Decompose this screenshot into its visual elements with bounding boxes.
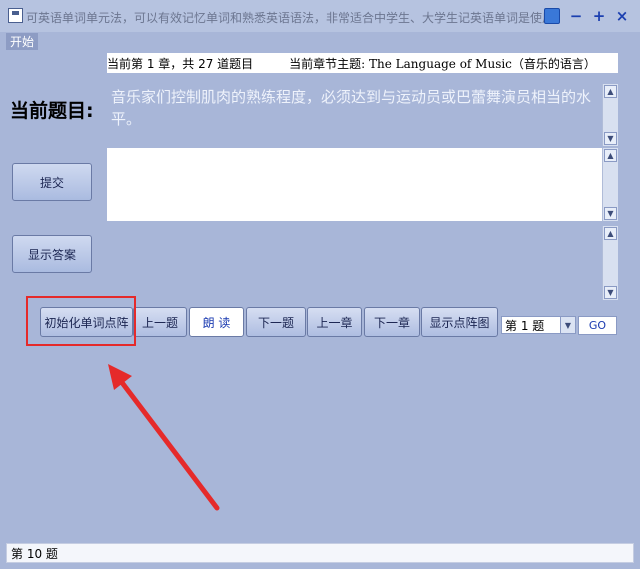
status-text: 第 10 题 [11,546,58,561]
scroll-down-icon[interactable]: ▼ [604,132,617,145]
skin-icon[interactable] [544,8,560,24]
read-aloud-button[interactable]: 朗 读 [189,307,244,337]
question-select-value: 第 1 题 [505,318,545,333]
window-title: 可英语单词单元法，可以有效记忆单词和熟悉英语语法，非常适合中学生、大学生记英语单… [26,11,555,25]
prev-chapter-button[interactable]: 上一章 [307,307,362,337]
current-question-label: 当前题目: [10,100,94,122]
answer-input[interactable] [107,148,602,221]
app-icon [8,8,23,23]
answer-display [107,226,602,300]
info-bar: 当前第 1 章，共 27 道题目 当前章节主题: The Language of… [107,53,618,73]
show-matrix-button[interactable]: 显示点阵图 [421,307,498,337]
close-button[interactable]: × [614,7,630,25]
chevron-down-icon[interactable]: ▼ [560,317,575,333]
scroll-up-icon[interactable]: ▲ [604,85,617,98]
answer-scrollbar[interactable]: ▲ ▼ [602,148,618,221]
chapter-progress: 当前第 1 章，共 27 道题目 [107,56,254,71]
highlight-box [26,296,136,346]
annotation-arrow-icon [108,364,220,511]
scroll-down-icon[interactable]: ▼ [604,286,617,299]
scroll-up-icon[interactable]: ▲ [604,149,617,162]
chapter-theme: 当前章节主题: The Language of Music（音乐的语言） [289,56,596,71]
question-text: 音乐家们控制肌肉的熟练程度，必须达到与运动员或巴蕾舞演员相当的水平。 [107,84,602,146]
go-button[interactable]: GO [578,316,617,335]
next-chapter-button[interactable]: 下一章 [364,307,420,337]
next-question-button[interactable]: 下一题 [246,307,306,337]
submit-button[interactable]: 提交 [12,163,92,201]
menu-start[interactable]: 开始 [6,33,38,50]
scroll-up-icon[interactable]: ▲ [604,227,617,240]
scroll-down-icon[interactable]: ▼ [604,207,617,220]
status-bar: 第 10 题 [6,543,634,563]
question-scrollbar[interactable]: ▲ ▼ [602,84,618,146]
minimize-button[interactable]: − [568,7,584,25]
question-select[interactable]: 第 1 题 ▼ [501,316,576,334]
answer-display-scrollbar[interactable]: ▲ ▼ [602,226,618,300]
prev-question-button[interactable]: 上一题 [133,307,187,337]
show-answer-button[interactable]: 显示答案 [12,235,92,273]
maximize-button[interactable]: + [591,7,607,25]
